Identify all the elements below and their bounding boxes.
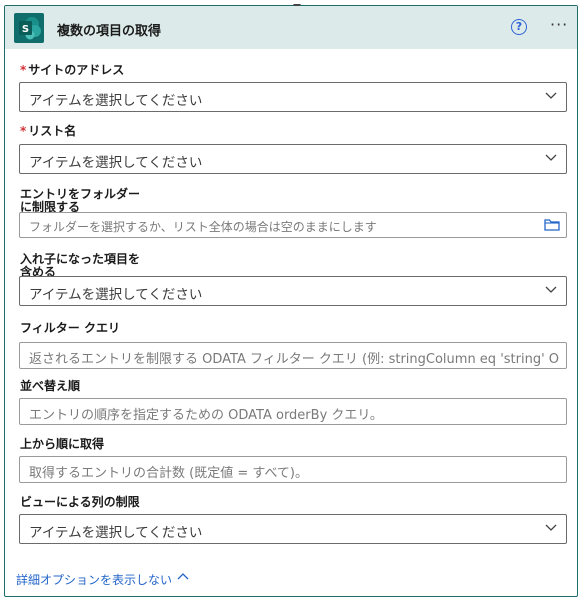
svg-text:S: S: [22, 24, 29, 35]
nested-items-label: 入れ子になった項目を 含める: [20, 252, 141, 279]
action-title: 複数の項目の取得: [57, 24, 162, 39]
sharepoint-icon: S: [14, 13, 44, 43]
action-card: S 複数の項目の取得 ? ··· * サイトのアドレス アイテムを選択してください…: [4, 4, 578, 597]
site-address-value: アイテムを選択してください: [29, 93, 203, 109]
nested-items-value: アイテムを選択してください: [29, 287, 203, 303]
required-marker: *: [20, 124, 27, 138]
hide-advanced-options-link[interactable]: 詳細オプションを表示しない: [16, 571, 172, 588]
filter-query-label: フィルター クエリ: [20, 321, 120, 335]
folder-icon[interactable]: [544, 218, 560, 232]
order-by-placeholder: エントリの順序を指定するための ODATA orderBy クエリ。: [29, 408, 383, 423]
more-options-icon[interactable]: ···: [550, 15, 568, 34]
help-icon[interactable]: ?: [511, 19, 527, 35]
top-count-placeholder: 取得するエントリの合計数 (既定値 = すべて)。: [29, 466, 309, 481]
list-name-value: アイテムを選択してください: [29, 155, 203, 171]
view-columns-dropdown[interactable]: アイテムを選択してください: [19, 514, 567, 544]
chevron-down-icon: [545, 286, 557, 293]
filter-query-input[interactable]: 返されるエントリを制限する ODATA フィルター クエリ (例: string…: [19, 342, 567, 369]
card-header[interactable]: S 複数の項目の取得 ? ···: [5, 6, 577, 49]
required-marker: *: [20, 63, 27, 77]
list-name-dropdown[interactable]: アイテムを選択してください: [19, 144, 567, 174]
nested-items-dropdown[interactable]: アイテムを選択してください: [19, 276, 567, 306]
top-count-input[interactable]: 取得するエントリの合計数 (既定値 = すべて)。: [19, 456, 567, 483]
folder-placeholder: フォルダーを選択するか、リスト全体の場合は空のままにします: [29, 220, 377, 234]
order-by-label: 並べ替え順: [20, 379, 81, 393]
chevron-up-icon[interactable]: [177, 572, 189, 580]
folder-input[interactable]: フォルダーを選択するか、リスト全体の場合は空のままにします: [19, 212, 567, 238]
list-name-label: * リスト名: [20, 124, 77, 138]
filter-query-placeholder: 返されるエントリを制限する ODATA フィルター クエリ (例: string…: [29, 352, 559, 367]
chevron-down-icon: [545, 154, 557, 161]
folder-limit-label: エントリをフォルダー に制限する: [20, 187, 141, 214]
top-count-label: 上から順に取得: [20, 437, 105, 451]
chevron-down-icon: [545, 524, 557, 531]
site-address-label: * サイトのアドレス: [20, 63, 125, 77]
chevron-down-icon: [545, 92, 557, 99]
order-by-input[interactable]: エントリの順序を指定するための ODATA orderBy クエリ。: [19, 398, 567, 425]
view-columns-label: ビューによる列の制限: [20, 495, 140, 509]
view-columns-value: アイテムを選択してください: [29, 525, 203, 541]
site-address-dropdown[interactable]: アイテムを選択してください: [19, 82, 567, 112]
